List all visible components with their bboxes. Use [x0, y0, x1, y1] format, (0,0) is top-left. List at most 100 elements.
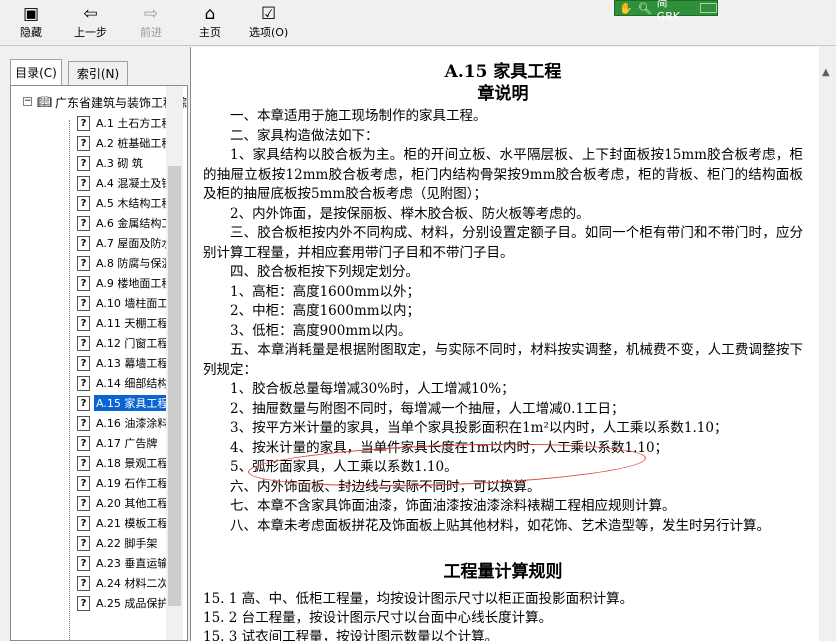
tree-item[interactable]: ? A.22 脚手架	[77, 533, 167, 553]
forward-button[interactable]: ⇨ 前进	[140, 4, 162, 40]
tree-item-label: A.7 屋面及防水	[96, 237, 167, 250]
options-button[interactable]: ☑ 选项(O)	[249, 4, 288, 40]
ime-indicator[interactable]: ✋ 🔍︎ 简 GBK	[614, 0, 718, 23]
help-page-icon: ?	[77, 155, 90, 171]
tree-item[interactable]: ? A.18 景观工程	[77, 453, 167, 473]
tree-item-label: A.11 天棚工程	[96, 317, 167, 330]
tree-item-label: A.21 模板工程	[96, 517, 167, 530]
rule-item: 15. 1 高、中、低柜工程量，均按设计图示尺寸以柜正面投影面积计算。	[203, 591, 634, 607]
tree-item-label: A.15 家具工程	[94, 395, 167, 411]
tree-item[interactable]: ? A.3 砌 筑	[77, 153, 167, 173]
tab-index[interactable]: 索引(N)	[68, 61, 128, 85]
tree-item-label: A.1 土石方工程	[96, 117, 167, 130]
help-page-icon: ?	[77, 195, 90, 211]
tree-item[interactable]: ? A.17 广告牌	[77, 433, 167, 453]
tree-scrollbar[interactable]	[166, 86, 183, 640]
help-page-icon: ?	[77, 595, 90, 611]
home-label: 主页	[199, 26, 221, 39]
rule-item: 15. 2 台工程量，按设计图示尺寸以台面中心线长度计算。	[203, 610, 553, 626]
tree-item[interactable]: ? A.20 其他工程	[77, 493, 167, 513]
help-page-icon: ?	[77, 295, 90, 311]
tree-item-label: A.10 墙柱面工程	[96, 297, 167, 310]
chapter-notes: 一、本章适用于施工现场制作的家具工程。 二、家具构造做法如下： 1、家具结构以胶合板…	[203, 107, 803, 536]
tree-item[interactable]: ? A.4 混凝土及钢筋	[77, 173, 167, 193]
tree-item[interactable]: ? A.14 细部结构	[77, 373, 167, 393]
tree-item-label: A.6 金属结构工程	[96, 217, 167, 230]
help-page-icon: ?	[77, 315, 90, 331]
section-title: 章说明	[477, 84, 529, 104]
open-book-icon: 📖︎	[37, 95, 53, 109]
hide-button[interactable]: ▣ 隐藏	[20, 4, 42, 40]
note-paragraph: 3、按平方米计量的家具，当单个家具投影面积在1m²以内时，人工乘以系数1.10；	[230, 420, 728, 436]
tree-item-label: A.3 砌 筑	[96, 157, 143, 170]
tree-item-label: A.8 防腐与保温	[96, 257, 167, 270]
contents-tree[interactable]: − 📖︎ 广东省建筑与装饰工程综合定额 ?A.1 土石方工程?A.2 桩基础工程…	[10, 85, 188, 641]
scroll-up-icon[interactable]: ▲	[822, 67, 830, 78]
help-page-icon: ?	[77, 415, 90, 431]
back-label: 上一步	[74, 26, 107, 39]
ime-label: 简 GBK	[656, 0, 680, 23]
note-paragraph: 1、胶合板总量每增减30%时，人工增减10%；	[230, 381, 515, 397]
tree-item[interactable]: ? A.25 成品保护	[77, 593, 167, 613]
note-paragraph: 四、胶合板柜按下列规定划分。	[230, 264, 419, 280]
collapse-icon[interactable]: −	[23, 97, 32, 106]
help-page-icon: ?	[77, 535, 90, 551]
tree-item[interactable]: ? A.21 模板工程	[77, 513, 167, 533]
tree-item[interactable]: ? A.13 幕墙工程	[77, 353, 167, 373]
rules-title: 工程量计算规则	[443, 562, 563, 582]
tree-item[interactable]: ? A.23 垂直运输	[77, 553, 167, 573]
tree-item[interactable]: ? A.9 楼地面工程	[77, 273, 167, 293]
tree-item-label: A.5 木结构工程	[96, 197, 167, 210]
help-page-icon: ?	[77, 175, 90, 191]
tree-scrollbar-thumb[interactable]	[168, 166, 181, 606]
note-paragraph: 2、抽屉数量与附图不同时，每增减一个抽屉，人工增减0.1工日；	[230, 400, 625, 417]
tree-item-label: A.12 门窗工程	[96, 337, 167, 350]
help-page-icon: ?	[77, 475, 90, 491]
tab-contents[interactable]: 目录(C)	[10, 59, 62, 85]
help-page-icon: ?	[77, 235, 90, 251]
tree-item[interactable]: ? A.2 桩基础工程	[77, 133, 167, 153]
tree-item-label: A.24 材料二次运输	[96, 577, 167, 590]
tree-item[interactable]: ? A.15 家具工程	[77, 393, 167, 413]
tree-item-label: A.9 楼地面工程	[96, 277, 167, 290]
tree-item-label: A.4 混凝土及钢筋	[96, 177, 167, 190]
page-title: A.15 家具工程	[444, 62, 562, 82]
tree-item[interactable]: ? A.1 土石方工程	[77, 113, 167, 133]
note-paragraph: 5、弧形面家具，人工乘以系数1.10。	[230, 459, 458, 475]
help-page-icon: ?	[77, 275, 90, 291]
note-paragraph: 1、家具结构以胶合板为主。柜的开间立板、水平隔层板、上下封面板按15mm胶合板考…	[203, 147, 803, 202]
note-paragraph: 六、内外饰面板、封边线与实际不同时，可以换算。	[230, 478, 541, 495]
tree-item[interactable]: ? A.7 屋面及防水	[77, 233, 167, 253]
forward-arrow-icon: ⇨	[143, 4, 159, 24]
help-page-icon: ?	[77, 495, 90, 511]
help-page-icon: ?	[77, 335, 90, 351]
tree-item[interactable]: ? A.10 墙柱面工程	[77, 293, 167, 313]
note-paragraph: 4、按米计量的家具，当单件家具长度在1m以内时，人工乘以系数1.10；	[230, 439, 669, 456]
tree-item[interactable]: ? A.6 金属结构工程	[77, 213, 167, 233]
tree-guide-line	[69, 120, 70, 640]
help-page-icon: ?	[77, 355, 90, 371]
note-paragraph: 七、本章不含家具饰面油漆，饰面油漆按油漆涂料裱糊工程相应规则计算。	[230, 498, 676, 514]
tree-item-label: A.13 幕墙工程	[96, 357, 167, 370]
tree-item[interactable]: ? A.5 木结构工程	[77, 193, 167, 213]
help-page-icon: ?	[77, 455, 90, 471]
tree-item[interactable]: ? A.16 油漆涂料	[77, 413, 167, 433]
home-button[interactable]: ⌂ 主页	[199, 4, 221, 40]
tree-item-label: A.2 桩基础工程	[96, 137, 167, 150]
note-paragraph: 八、本章未考虑面板拼花及饰面板上贴其他材料，如花饰、艺术造型等，发生时另行计算。	[230, 517, 770, 534]
navigation-pane: 目录(C) 索引(N) − 📖︎ 广东省建筑与装饰工程综合定额 ?A.1 土石方…	[0, 47, 190, 641]
tree-item-label: A.25 成品保护	[96, 597, 167, 610]
back-button[interactable]: ⇦ 上一步	[74, 4, 107, 40]
note-paragraph: 五、本章消耗量是根据附图取定，与实际不同时，材料按实调整，机械费不变，人工费调整…	[203, 342, 803, 378]
note-paragraph: 三、胶合板柜按内外不同构成、材料，分别设置定额子目。如同一个柜有带门和不带门时，…	[203, 225, 803, 261]
content-scrollbar[interactable]: ▲	[819, 47, 836, 641]
tree-item[interactable]: ? A.11 天棚工程	[77, 313, 167, 333]
tree-item[interactable]: ? A.24 材料二次运输	[77, 573, 167, 593]
tree-item[interactable]: ? A.12 门窗工程	[77, 333, 167, 353]
tree-item[interactable]: ? A.8 防腐与保温	[77, 253, 167, 273]
help-page-icon: ?	[77, 375, 90, 391]
note-paragraph: 2、内外饰面，是按保丽板、榉木胶合板、防火板等考虑的。	[230, 205, 590, 222]
tree-item-label: A.16 油漆涂料	[96, 417, 167, 430]
tree-item[interactable]: ? A.19 石作工程	[77, 473, 167, 493]
toolbar: ▣ 隐藏 ⇦ 上一步 ⇨ 前进 ⌂ 主页 ☑ 选项(O) ✋ 🔍︎ 简 GBK	[0, 0, 836, 46]
